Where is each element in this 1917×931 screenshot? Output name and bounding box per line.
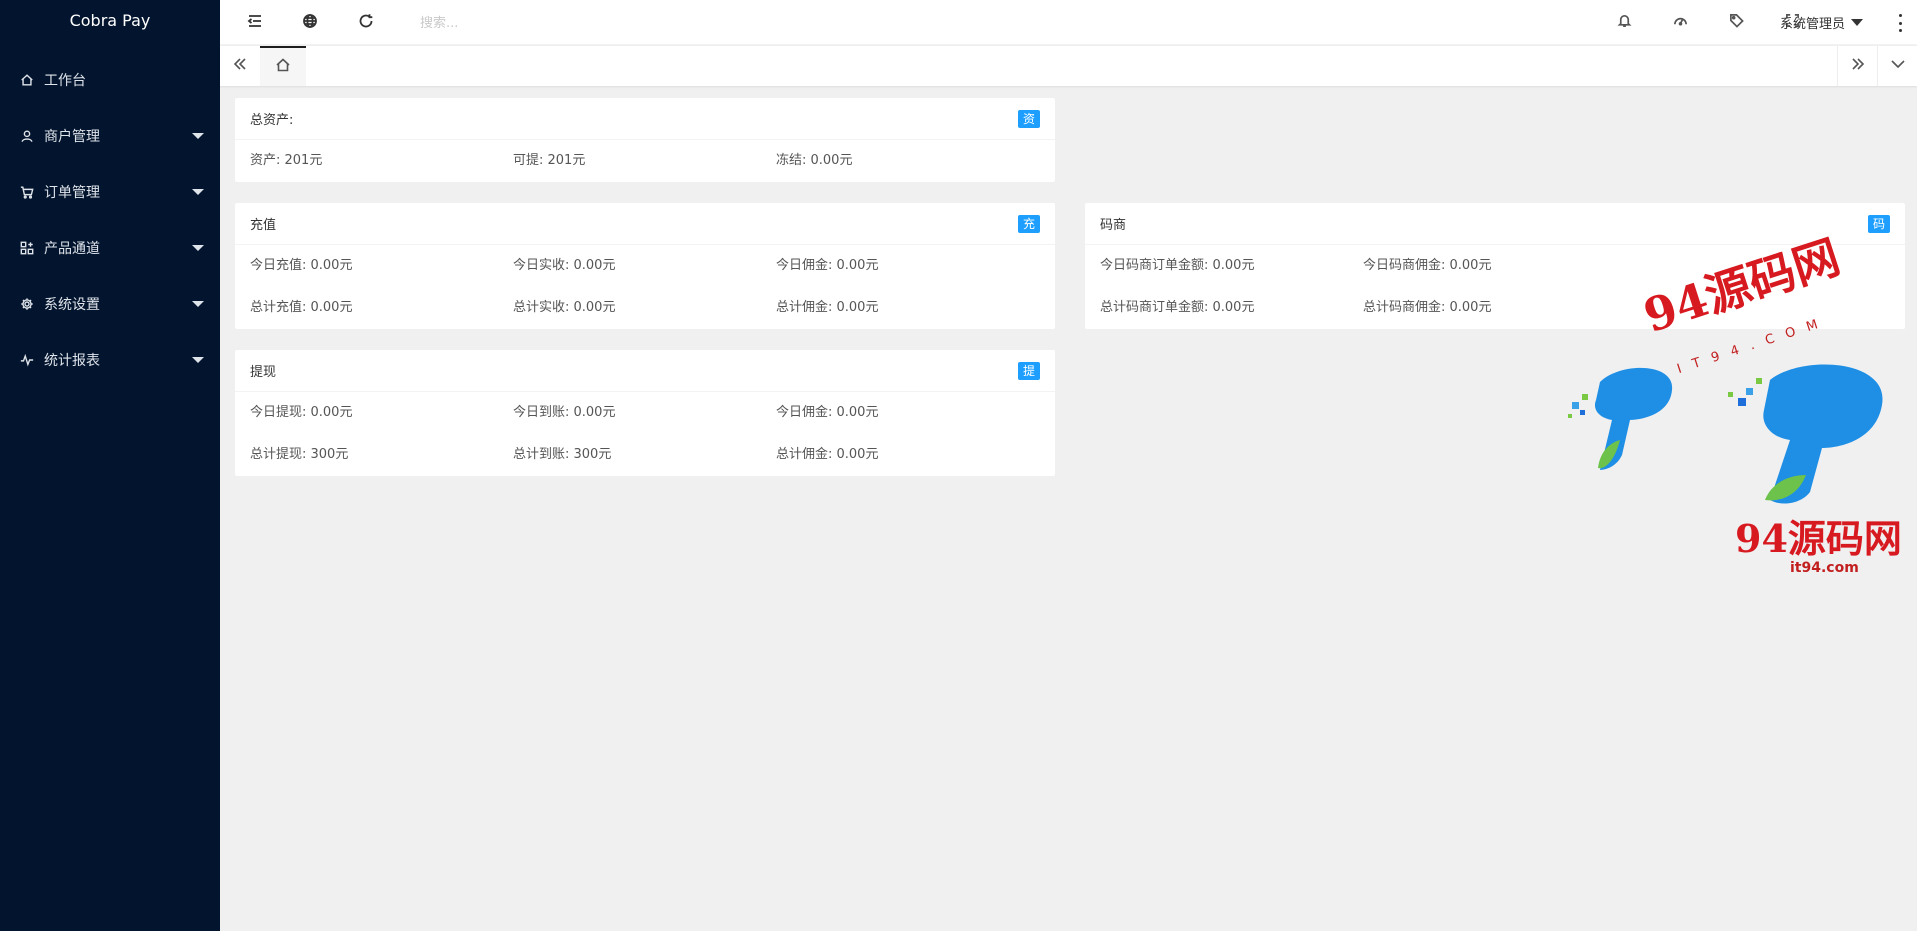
tag-button[interactable] [1713, 0, 1759, 45]
withdraw-card: 提现 提 今日提现: 0.00元 今日到账: 0.00元 今日佣金: 0.00元… [235, 350, 1055, 476]
tabs-bar [220, 46, 1917, 86]
stat-value: 冻结: 0.00元 [776, 153, 853, 168]
caret-down-icon [1851, 19, 1863, 26]
chevron-down-icon [192, 133, 204, 139]
refresh-icon [358, 13, 374, 33]
refresh-button[interactable] [343, 0, 389, 45]
chevron-down-icon [1890, 56, 1906, 76]
sidebar-item-label: 系统设置 [44, 297, 100, 313]
sidebar-item-product-channel[interactable]: 产品通道 [0, 220, 220, 276]
tabs-scroll-left-button[interactable] [220, 46, 260, 86]
card-title: 总资产: [250, 113, 294, 128]
home-icon [20, 73, 34, 87]
tag-icon [1729, 13, 1744, 32]
card-header: 提现 提 [235, 350, 1055, 392]
card-badge: 提 [1017, 361, 1040, 380]
language-button[interactable] [287, 0, 333, 45]
stat-value: 可提: 201元 [513, 153, 586, 168]
double-chevron-right-icon [1850, 56, 1866, 76]
stat-value: 今日码商佣金: 0.00元 [1363, 258, 1492, 273]
double-chevron-left-icon [232, 56, 248, 76]
card-title: 码商 [1100, 218, 1127, 233]
menu-fold-icon [247, 13, 263, 33]
dashboard-icon [1673, 13, 1688, 32]
sidebar: Cobra Pay 工作台 商户管理 订单管理 产品通道 系统设置 统计报表 [0, 0, 220, 931]
card-row: 资产: 201元 可提: 201元 冻结: 0.00元 [235, 140, 1055, 182]
menu-fold-button[interactable] [232, 0, 278, 45]
stat-value: 资产: 201元 [250, 153, 323, 168]
card-badge: 充 [1017, 214, 1040, 233]
sidebar-item-statistics-report[interactable]: 统计报表 [0, 332, 220, 388]
sidebar-item-workbench[interactable]: 工作台 [0, 52, 220, 108]
search-input[interactable] [420, 11, 640, 35]
stat-value: 今日到账: 0.00元 [513, 405, 616, 420]
tabs-scroll-right-button[interactable] [1837, 46, 1877, 86]
bell-icon [1616, 13, 1632, 32]
sidebar-item-label: 产品通道 [44, 241, 100, 257]
stat-value: 今日提现: 0.00元 [250, 405, 353, 420]
pulse-icon [20, 353, 34, 367]
sidebar-item-system-settings[interactable]: 系统设置 [0, 276, 220, 332]
stat-value: 今日佣金: 0.00元 [776, 258, 879, 273]
cart-icon [20, 185, 34, 199]
tab-home[interactable] [260, 46, 306, 86]
sidebar-item-label: 订单管理 [44, 185, 100, 201]
card-row: 总计提现: 300元 总计到账: 300元 总计佣金: 0.00元 [235, 434, 1055, 476]
chevron-down-icon [192, 189, 204, 195]
sidebar-item-label: 统计报表 [44, 353, 100, 369]
sidebar-item-merchant-management[interactable]: 商户管理 [0, 108, 220, 164]
card-header: 总资产: 资 [235, 98, 1055, 140]
top-header: 系统管理员 [220, 0, 1917, 45]
sidebar-item-order-management[interactable]: 订单管理 [0, 164, 220, 220]
sidebar-item-label: 商户管理 [44, 129, 100, 145]
globe-icon [302, 13, 318, 33]
theme-button[interactable] [1657, 0, 1703, 45]
user-icon [20, 129, 34, 143]
sidebar-item-label: 工作台 [44, 73, 86, 89]
stat-value: 今日佣金: 0.00元 [776, 405, 879, 420]
watermark-subtitle-bottom: it94.com [1790, 560, 1859, 576]
card-title: 充值 [250, 218, 277, 233]
card-badge: 资 [1017, 109, 1040, 128]
stat-value: 今日码商订单金额: 0.00元 [1100, 258, 1255, 273]
stat-value: 总计码商佣金: 0.00元 [1363, 300, 1492, 315]
user-menu[interactable]: 系统管理员 [1780, 0, 1863, 45]
apps-icon [20, 241, 34, 255]
tabs-dropdown-button[interactable] [1877, 46, 1917, 86]
stat-value: 总计充值: 0.00元 [250, 300, 353, 315]
gear-icon [20, 297, 34, 311]
home-icon [275, 57, 291, 77]
stat-value: 总计佣金: 0.00元 [776, 300, 879, 315]
sidebar-menu: 工作台 商户管理 订单管理 产品通道 系统设置 统计报表 [0, 52, 220, 388]
card-row: 今日充值: 0.00元 今日实收: 0.00元 今日佣金: 0.00元 [235, 245, 1055, 287]
card-badge: 码 [1867, 214, 1890, 233]
chevron-down-icon [192, 301, 204, 307]
stat-value: 总计提现: 300元 [250, 447, 349, 462]
card-row: 今日提现: 0.00元 今日到账: 0.00元 今日佣金: 0.00元 [235, 392, 1055, 434]
notification-button[interactable] [1601, 0, 1647, 45]
recharge-card: 充值 充 今日充值: 0.00元 今日实收: 0.00元 今日佣金: 0.00元… [235, 203, 1055, 329]
chevron-down-icon [192, 357, 204, 363]
stat-value: 总计到账: 300元 [513, 447, 612, 462]
app-logo-title: Cobra Pay [69, 11, 151, 30]
card-row: 总计充值: 0.00元 总计实收: 0.00元 总计佣金: 0.00元 [235, 287, 1055, 329]
stat-value: 总计佣金: 0.00元 [776, 447, 879, 462]
stat-value: 总计实收: 0.00元 [513, 300, 616, 315]
stat-value: 总计码商订单金额: 0.00元 [1100, 300, 1255, 315]
card-header: 充值 充 [235, 203, 1055, 245]
watermark-title-bottom: 94源码网 [1735, 516, 1902, 561]
user-name: 系统管理员 [1779, 17, 1845, 32]
chevron-down-icon [192, 245, 204, 251]
card-title: 提现 [250, 365, 277, 380]
assets-card: 总资产: 资 资产: 201元 可提: 201元 冻结: 0.00元 [235, 98, 1055, 182]
more-vertical-icon[interactable] [1897, 14, 1903, 32]
stat-value: 今日实收: 0.00元 [513, 258, 616, 273]
stat-value: 今日充值: 0.00元 [250, 258, 353, 273]
